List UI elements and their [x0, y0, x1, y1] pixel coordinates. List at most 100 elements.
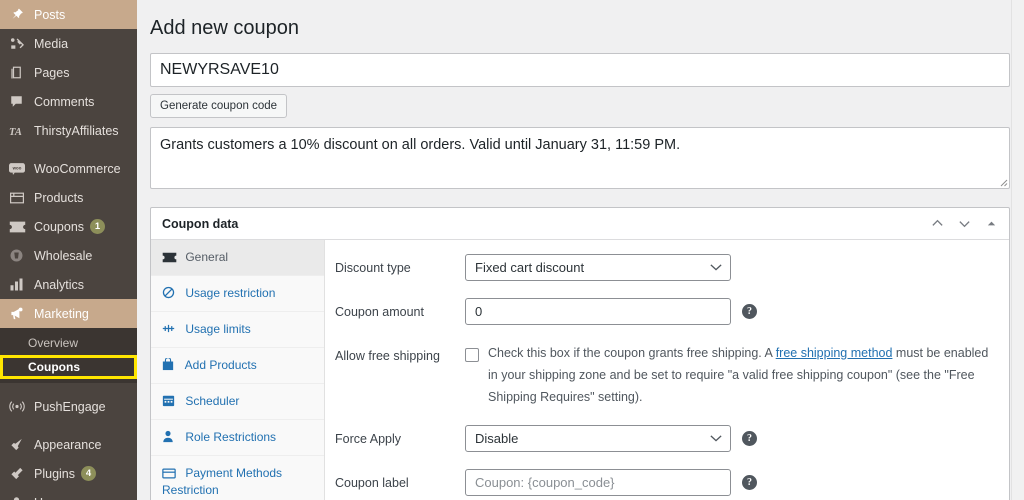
screen: Posts Media Pages Comments TA ThirstyAff… — [0, 0, 1024, 500]
sidebar-item-label: Comments — [34, 94, 95, 109]
svg-text:TA: TA — [9, 126, 22, 137]
coupon-description-wrapper: Grants customers a 10% discount on all o… — [150, 127, 1010, 189]
panel-title: Coupon data — [162, 216, 239, 231]
page-scrollbar-thumb[interactable] — [1013, 0, 1024, 170]
discount-type-select[interactable]: Fixed cart discount — [465, 254, 731, 281]
force-apply-help-icon[interactable]: ? — [742, 431, 757, 446]
sidebar-item-coupons[interactable]: Coupons 1 — [0, 212, 137, 241]
submenu-item-label: Coupons — [28, 360, 80, 374]
analytics-icon — [9, 277, 31, 292]
allow-free-shipping-label: Allow free shipping — [335, 349, 440, 363]
sidebar-item-plugins[interactable]: Plugins 4 — [0, 459, 137, 488]
sidebar-item-label: Pages — [34, 65, 70, 80]
marketing-submenu: Overview Coupons — [0, 328, 137, 383]
free-shipping-text-before: Check this box if the coupon grants free… — [488, 346, 776, 360]
limits-icon — [162, 322, 182, 335]
coupon-description-textarea[interactable]: Grants customers a 10% discount on all o… — [150, 127, 1010, 189]
field-discount-type: Discount type Fixed cart discount — [335, 254, 997, 281]
person-icon — [162, 430, 182, 443]
sidebar-item-analytics[interactable]: Analytics — [0, 270, 137, 299]
sidebar-item-appearance[interactable]: Appearance — [0, 430, 137, 459]
tab-role-restrictions[interactable]: Role Restrictions — [151, 420, 324, 456]
ticket-icon — [9, 220, 31, 234]
submenu-item-label: Overview — [28, 336, 79, 350]
bag-icon — [162, 358, 182, 371]
allow-free-shipping-description: Check this box if the coupon grants free… — [488, 342, 997, 408]
calendar-icon — [162, 394, 182, 407]
coupon-data-panel-body: General Usage restriction Usage limits A… — [151, 240, 1009, 500]
coupon-data-tabs: General Usage restriction Usage limits A… — [151, 240, 325, 500]
tab-label: Usage restriction — [185, 286, 276, 300]
toggle-panel-icon[interactable] — [983, 216, 999, 232]
sidebar-item-comments[interactable]: Comments — [0, 87, 137, 116]
sidebar-item-posts[interactable]: Posts — [0, 0, 137, 29]
page-scrollbar[interactable] — [1011, 0, 1024, 500]
sidebar-item-woocommerce[interactable]: woo WooCommerce — [0, 154, 137, 183]
megaphone-icon — [9, 306, 31, 321]
field-force-apply: Force Apply Disable ? — [335, 425, 997, 452]
sidebar-item-pages[interactable]: Pages — [0, 58, 137, 87]
svg-text:woo: woo — [12, 165, 22, 170]
main-content: Add new coupon Generate coupon code Gran… — [137, 0, 1024, 500]
sidebar-item-label: Analytics — [34, 277, 85, 292]
tab-label: Scheduler — [185, 394, 240, 408]
tab-usage-limits[interactable]: Usage limits — [151, 312, 324, 348]
woo-icon: woo — [9, 162, 31, 176]
coupon-label-input[interactable] — [465, 469, 731, 496]
sidebar-item-pushengage[interactable]: PushEngage — [0, 392, 137, 421]
sidebar-item-label: Marketing — [34, 306, 89, 321]
products-icon — [9, 191, 31, 205]
broadcast-icon — [9, 399, 31, 414]
submenu-item-coupons[interactable]: Coupons — [0, 355, 137, 379]
allow-free-shipping-checkbox[interactable] — [465, 348, 479, 362]
sidebar-item-users[interactable]: Users — [0, 488, 137, 500]
sidebar-item-media[interactable]: Media — [0, 29, 137, 58]
coupons-count-badge: 1 — [90, 219, 106, 234]
sidebar-item-products[interactable]: Products — [0, 183, 137, 212]
force-apply-select[interactable]: Disable — [465, 425, 731, 452]
sidebar-item-marketing[interactable]: Marketing — [0, 299, 137, 328]
brush-icon — [9, 437, 31, 452]
media-icon — [9, 36, 31, 51]
tab-general[interactable]: General — [151, 240, 324, 276]
tab-add-products[interactable]: Add Products — [151, 348, 324, 384]
tab-scheduler[interactable]: Scheduler — [151, 384, 324, 420]
tab-payment-methods-restriction[interactable]: Payment Methods Restriction — [151, 456, 324, 500]
field-coupon-amount: Coupon amount ? — [335, 298, 997, 325]
move-up-icon[interactable] — [929, 216, 945, 232]
move-down-icon[interactable] — [956, 216, 972, 232]
sidebar-item-thirstyaffiliates[interactable]: TA ThirstyAffiliates — [0, 116, 137, 145]
admin-sidebar: Posts Media Pages Comments TA ThirstyAff… — [0, 0, 137, 500]
coupon-amount-help-icon[interactable]: ? — [742, 304, 757, 319]
wholesale-icon — [9, 248, 31, 263]
coupon-label-help-icon[interactable]: ? — [742, 475, 757, 490]
comments-icon — [9, 94, 31, 109]
submenu-item-overview[interactable]: Overview — [0, 331, 137, 355]
free-shipping-method-link[interactable]: free shipping method — [776, 346, 893, 360]
sidebar-item-label: Wholesale — [34, 248, 93, 263]
coupon-data-panel: Coupon data General Usage restriction Us… — [150, 207, 1010, 500]
tab-label: Role Restrictions — [185, 430, 277, 444]
sidebar-item-label: Coupons — [34, 219, 85, 234]
sidebar-item-label: Products — [34, 190, 84, 205]
pages-icon — [9, 65, 31, 80]
coupon-amount-input[interactable] — [465, 298, 731, 325]
coupon-data-panel-header: Coupon data — [151, 208, 1009, 240]
page-title: Add new coupon — [150, 17, 300, 39]
discount-type-label: Discount type — [335, 261, 411, 275]
coupon-code-input[interactable] — [150, 53, 1010, 87]
sidebar-item-wholesale[interactable]: Wholesale — [0, 241, 137, 270]
plugins-count-badge: 4 — [81, 466, 96, 481]
pin-icon — [9, 7, 31, 22]
tab-usage-restriction[interactable]: Usage restriction — [151, 276, 324, 312]
sidebar-item-label: PushEngage — [34, 399, 106, 414]
field-allow-free-shipping: Allow free shipping Check this box if th… — [335, 342, 997, 408]
sidebar-item-label: Users — [34, 496, 67, 500]
sidebar-item-label: Appearance — [34, 437, 102, 452]
sidebar-item-label: Posts — [34, 7, 66, 22]
generate-coupon-code-button[interactable]: Generate coupon code — [150, 94, 288, 118]
field-coupon-label: Coupon label ? — [335, 469, 997, 496]
coupon-label-label: Coupon label — [335, 476, 409, 490]
ta-icon: TA — [9, 124, 31, 138]
coupon-amount-label: Coupon amount — [335, 305, 424, 319]
